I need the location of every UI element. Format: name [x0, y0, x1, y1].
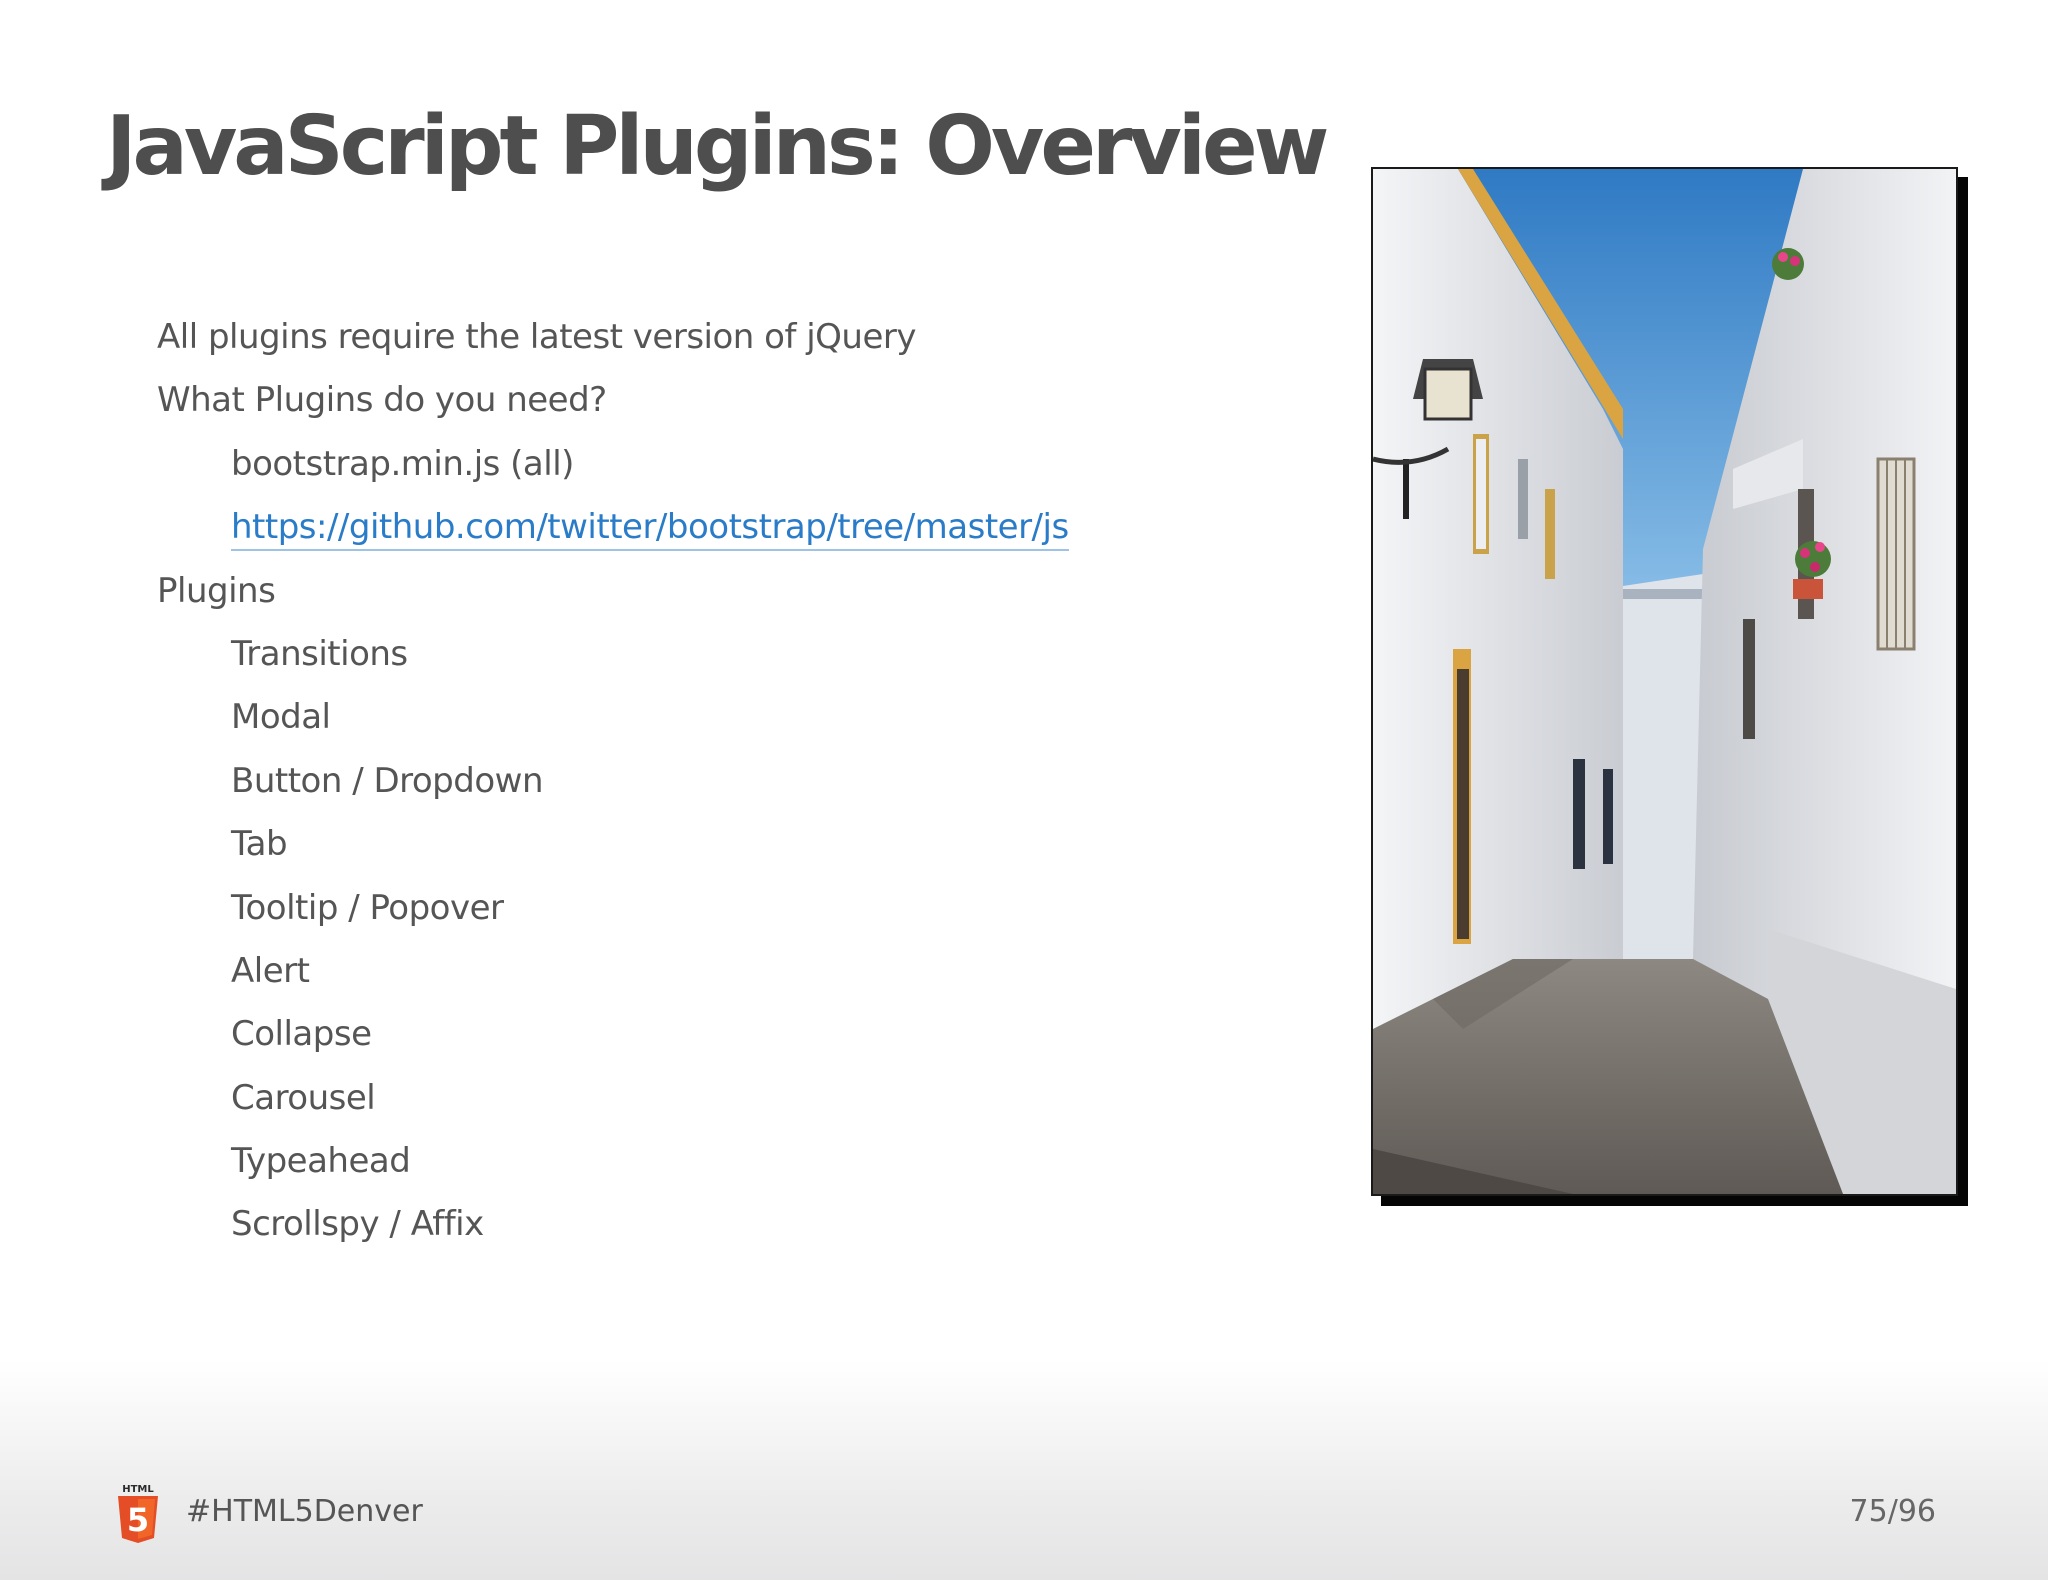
list-item: Modal — [157, 686, 1287, 749]
alley-photo — [1371, 167, 1958, 1196]
list-item: Tab — [157, 813, 1287, 876]
list-item: bootstrap.min.js (all) — [157, 433, 1287, 496]
bullet-text: Carousel — [231, 1077, 376, 1118]
list-item: Carousel — [157, 1067, 1287, 1130]
bullet-text: Tab — [231, 824, 288, 865]
bullet-text: Alert — [231, 950, 310, 991]
bullet-text: Typeahead — [231, 1141, 411, 1182]
list-item: Button / Dropdown — [157, 750, 1287, 813]
list-item: Alert — [157, 940, 1287, 1003]
list-item: What Plugins do you need? — [157, 369, 1287, 432]
list-item: Scrollspy / Affix — [157, 1193, 1287, 1256]
list-item: Transitions — [157, 623, 1287, 686]
list-item: Tooltip / Popover — [157, 877, 1287, 940]
list-item: All plugins require the latest version o… — [157, 306, 1287, 369]
html5-logo-number: 5 — [127, 1501, 149, 1539]
html5-logo-text: HTML — [122, 1484, 154, 1495]
bullet-text: Transitions — [231, 633, 408, 674]
alley-photo-illustration — [1373, 169, 1956, 1194]
slide-title: JavaScript Plugins: Overview — [106, 99, 1329, 194]
bullet-text: Scrollspy / Affix — [231, 1204, 484, 1245]
bullet-text: Collapse — [231, 1014, 372, 1055]
list-item: https://github.com/twitter/bootstrap/tre… — [157, 496, 1287, 559]
bullet-list: All plugins require the latest version o… — [157, 306, 1287, 1257]
slide-page-number: 75/96 — [1849, 1494, 1936, 1529]
list-item: Plugins — [157, 560, 1287, 623]
bullet-text: All plugins require the latest version o… — [157, 317, 917, 357]
bullet-text: What Plugins do you need? — [157, 380, 607, 421]
footer-hashtag: #HTML5Denver — [186, 1494, 423, 1529]
bullet-text: Modal — [231, 697, 331, 738]
bullet-text: Plugins — [157, 570, 276, 611]
bullet-text: Tooltip / Popover — [231, 887, 504, 928]
list-item: Typeahead — [157, 1130, 1287, 1193]
bullet-text: bootstrap.min.js (all) — [231, 443, 574, 484]
slide: JavaScript Plugins: Overview All plugins… — [0, 0, 2048, 1580]
list-item: Collapse — [157, 1003, 1287, 1066]
html5-logo-icon: HTML 5 — [118, 1484, 158, 1543]
bullet-text: Button / Dropdown — [231, 760, 544, 801]
github-js-link[interactable]: https://github.com/twitter/bootstrap/tre… — [231, 507, 1069, 552]
